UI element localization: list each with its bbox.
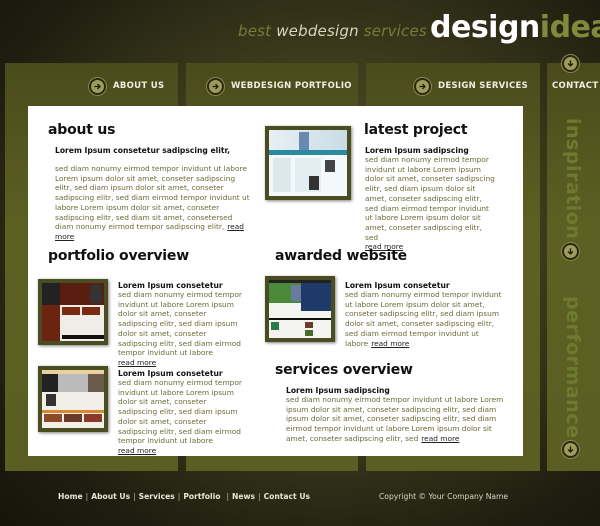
- portfolio-thumbnail-2[interactable]: [38, 366, 108, 432]
- copyright: Copyright © Your Company Name: [379, 492, 509, 501]
- awarded-title: awarded website: [275, 248, 407, 264]
- latest-project-thumbnail[interactable]: [265, 126, 351, 200]
- services-text: sed diam nonumy eirmod tempor invidunt u…: [286, 395, 504, 443]
- portfolio-item-2-read-more[interactable]: read more: [118, 446, 156, 455]
- portfolio-title: portfolio overview: [48, 248, 189, 264]
- header: best webdesign services designidea: [0, 0, 600, 62]
- footer-link-about-us[interactable]: About Us: [91, 492, 130, 501]
- tagline: best webdesign services: [238, 22, 427, 40]
- about-title: about us: [48, 122, 116, 138]
- services-subtitle: Lorem Ipsum sadipscing: [286, 386, 390, 395]
- nav-webdesign-portfolio[interactable]: WEBDESIGN PORTFOLIO: [207, 77, 352, 95]
- awarded-read-more[interactable]: read more: [371, 339, 409, 348]
- footer-link-services[interactable]: Services: [139, 492, 175, 501]
- portfolio-item-2-subtitle: Lorem Ipsum consetetur: [118, 369, 223, 378]
- nav-about-us[interactable]: ABOUT US: [89, 77, 164, 95]
- services-read-more[interactable]: read more: [421, 434, 459, 443]
- portfolio-item-1-read-more[interactable]: read more: [118, 358, 156, 367]
- arrow-down-circle-icon[interactable]: [562, 441, 579, 458]
- portfolio-item-1-subtitle: Lorem Ipsum consetetur: [118, 281, 223, 290]
- awarded-thumbnail[interactable]: [265, 276, 335, 342]
- portfolio-item-1-text: sed diam nonumy eirmod tempor invidunt u…: [118, 290, 242, 367]
- portfolio-item-2-text: sed diam nonumy eirmod tempor invidunt u…: [118, 378, 242, 455]
- portfolio-thumbnail-1[interactable]: [38, 279, 108, 345]
- about-subtitle: Lorem Ipsum consetetur sadipscing elitr,: [55, 146, 230, 155]
- nav-label: WEBDESIGN PORTFOLIO: [231, 81, 352, 91]
- nav-design-services[interactable]: DESIGN SERVICES: [414, 77, 528, 95]
- about-text: sed diam nonumy eirmod tempor invidunt u…: [55, 164, 250, 241]
- side-performance[interactable]: performance: [562, 296, 584, 438]
- main-content: about us Lorem Ipsum consetetur sadipsci…: [28, 106, 523, 456]
- footer-link-news[interactable]: News: [232, 492, 255, 501]
- arrow-right-circle-icon: [414, 77, 431, 95]
- nav-label: DESIGN SERVICES: [438, 81, 529, 91]
- services-title: services overview: [275, 362, 413, 378]
- arrow-down-circle-icon[interactable]: [562, 243, 579, 260]
- arrow-right-circle-icon: [89, 77, 106, 95]
- latest-title: latest project: [364, 122, 468, 138]
- side-inspiration[interactable]: inspiration: [562, 118, 584, 239]
- latest-subtitle: Lorem Ipsum sadipscing: [365, 146, 469, 155]
- nav-label: ABOUT US: [113, 81, 165, 91]
- arrow-right-circle-icon: [207, 77, 224, 95]
- arrow-down-circle-icon[interactable]: [562, 55, 579, 72]
- latest-text: sed diam nonumy eirmod tempor invidunt u…: [365, 155, 495, 252]
- nav-label: CONTACT: [552, 81, 599, 91]
- footer-link-contact-us[interactable]: Contact Us: [264, 492, 310, 501]
- awarded-subtitle: Lorem Ipsum consetetur: [345, 281, 450, 290]
- logo[interactable]: designidea: [430, 10, 600, 45]
- footer-link-home[interactable]: Home: [58, 492, 83, 501]
- nav-contact[interactable]: CONTACT: [552, 77, 598, 95]
- footer-link-portfolio[interactable]: Portfolio: [183, 492, 220, 501]
- awarded-text: sed diam nonumy eirmod tempor invidunt u…: [345, 290, 502, 348]
- footer-nav: Home | About Us | Services | Portfolio | News | Co…: [58, 492, 311, 501]
